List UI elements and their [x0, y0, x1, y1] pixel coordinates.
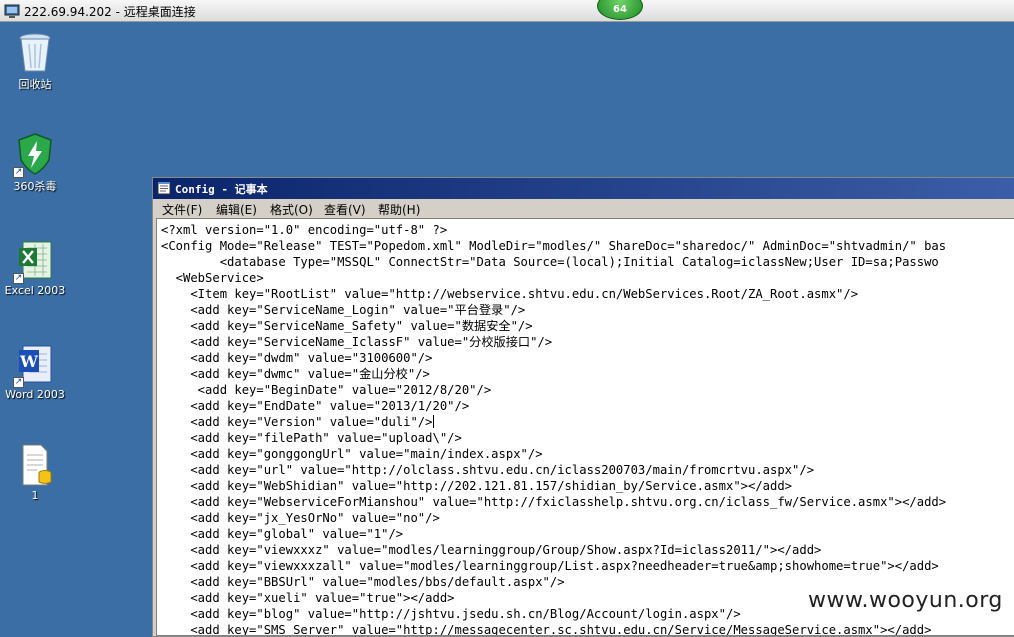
text-line: <add key="filePath" value="upload\"/> — [161, 431, 462, 445]
text-line: <add key="SMS_Server" value="http://mess… — [161, 623, 932, 636]
text-line: <add key="viewxxxzall" value="modles/lea… — [161, 559, 939, 573]
text-line: <add key="ServiceName_Login" value="平台登录… — [161, 303, 526, 317]
text-line: <add key="ServiceName_IclassF" value="分校… — [161, 335, 553, 349]
desktop-icon-label: Excel 2003 — [4, 284, 66, 297]
desktop-icon-label: 回收站 — [18, 78, 52, 91]
text-line: <?xml version="1.0" encoding="utf-8" ?> — [161, 223, 448, 237]
menu-file[interactable]: 文件(F) — [162, 201, 202, 218]
text-line: <add key="EndDate" value="2013/1/20"/> — [161, 399, 470, 413]
shortcut-arrow-icon: ↗ — [13, 273, 24, 284]
menu-edit[interactable]: 编辑(E) — [216, 201, 257, 218]
desktop-icon-excel[interactable]: ↗ Excel 2003 — [0, 238, 70, 297]
remote-desktop-title-bar[interactable]: 222.69.94.202 - 远程桌面连接 — [0, 0, 1014, 22]
text-line: <add key="WebShidian" value="http://202.… — [161, 479, 793, 493]
notepad-window[interactable]: Config - 记事本 文件(F) 编辑(E) 格式(O) 查看(V) 帮助(… — [152, 177, 1014, 637]
text-line: <add key="dwdm" value="3100600"/> — [161, 351, 433, 365]
recycle-bin-icon — [19, 33, 51, 72]
menu-format[interactable]: 格式(O) — [270, 201, 313, 218]
text-line: <add key="global" value="1"/> — [161, 527, 404, 541]
svg-text:W: W — [19, 352, 39, 371]
text-line: <add key="Version" value="duli"/> — [161, 415, 434, 429]
text-line: <add key="WebserviceForMianshou" value="… — [161, 495, 947, 509]
text-line: <add key="BeginDate" value="2012/8/20"/> — [161, 383, 492, 397]
desktop-icon-word[interactable]: W ↗ Word 2003 — [0, 342, 70, 401]
text-line: <WebService> — [161, 271, 264, 285]
text-line: <add key="gonggongUrl" value="main/index… — [161, 447, 543, 461]
shortcut-arrow-icon: ↗ — [13, 377, 24, 388]
text-line: <add key="ServiceName_Safety" value="数据安… — [161, 319, 533, 333]
desktop-icon-label: 1 — [31, 489, 39, 502]
desktop-icon-recycle-bin[interactable]: 回收站 — [0, 30, 70, 92]
menu-bar: 文件(F) 编辑(E) 格式(O) 查看(V) 帮助(H) — [153, 199, 1014, 217]
watermark: www.wooyun.org — [808, 588, 1003, 613]
desktop-icon-label: Word 2003 — [5, 388, 65, 401]
text-line: <database Type="MSSQL" ConnectStr="Data … — [161, 255, 939, 269]
text-line: <Item key="RootList" value="http://webse… — [161, 287, 859, 301]
menu-help[interactable]: 帮助(H) — [378, 201, 420, 218]
desktop-icon-file-1[interactable]: 1 — [0, 443, 70, 502]
text-line: <add key="dwmc" value="金山分校"/> — [161, 367, 430, 381]
text-line: <add key="jx_YesOrNo" value="no"/> — [161, 511, 440, 525]
notepad-icon — [157, 182, 171, 195]
text-line: <add key="url" value="http://olclass.sht… — [161, 463, 815, 477]
desktop-icon-360[interactable]: ↗ 360杀毒 — [0, 132, 70, 194]
file-content: <?xml version="1.0" encoding="utf-8" ?> <… — [161, 222, 947, 636]
shortcut-arrow-icon: ↗ — [13, 167, 24, 178]
desktop-icon-label: 360杀毒 — [13, 180, 57, 193]
notepad-text-area[interactable]: <?xml version="1.0" encoding="utf-8" ?> <… — [156, 218, 1014, 636]
menu-view[interactable]: 查看(V) — [324, 201, 366, 218]
document-icon — [22, 444, 52, 486]
notepad-title: Config - 记事本 — [175, 183, 268, 196]
text-line: <Config Mode="Release" TEST="Popedom.xml… — [161, 239, 947, 253]
notepad-title-bar[interactable]: Config - 记事本 — [153, 178, 1014, 199]
text-caret — [432, 415, 434, 428]
remote-desktop-icon — [4, 4, 20, 18]
text-line: <add key="viewxxxz" value="modles/learni… — [161, 543, 822, 557]
remote-desktop-title: 222.69.94.202 - 远程桌面连接 — [24, 5, 196, 19]
